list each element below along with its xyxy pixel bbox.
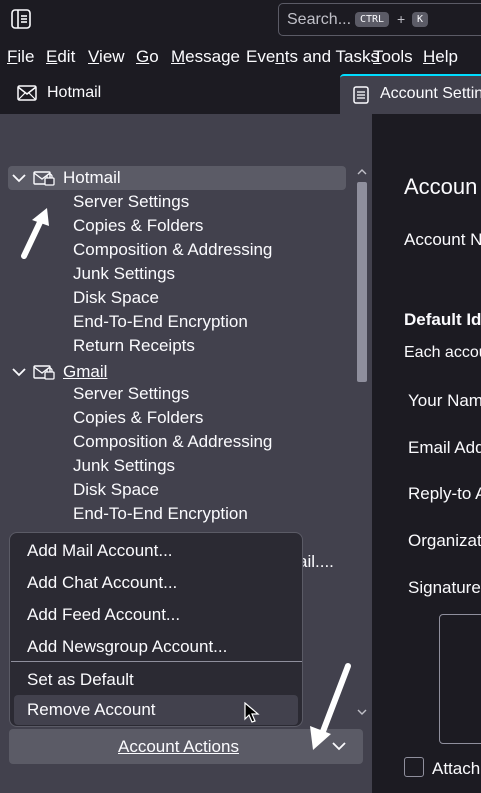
tree-item-server-settings[interactable]: Server Settings: [0, 384, 346, 408]
tree-account-hotmail[interactable]: Hotmail: [8, 166, 346, 190]
menu-item-add-chat-account[interactable]: Add Chat Account...: [27, 573, 177, 593]
menu-help[interactable]: Help: [423, 47, 458, 67]
tree-item-e2e-encryption[interactable]: End-To-End Encryption: [0, 504, 346, 528]
menu-item-add-newsgroup-account[interactable]: Add Newsgroup Account...: [27, 637, 227, 657]
mouse-cursor-icon: [244, 702, 260, 723]
kbd-k: K: [412, 12, 429, 27]
tree-item-disk-space[interactable]: Disk Space: [0, 288, 346, 312]
signature-label: Signature: [408, 578, 481, 597]
mail-account-icon: [33, 171, 55, 186]
tab-hotmail-label: Hotmail: [47, 84, 102, 101]
menu-go[interactable]: Go: [136, 47, 159, 67]
tab-bar: Hotmail Account Settings: [0, 72, 481, 114]
chevron-down-icon[interactable]: [12, 366, 26, 378]
your-name-label: Your Nam: [408, 391, 481, 410]
tree-item-label: Copies & Folders: [73, 408, 204, 427]
menu-edit[interactable]: Edit: [46, 47, 75, 67]
account-name-label: Account N: [404, 230, 481, 249]
tree-item-label: Server Settings: [73, 192, 190, 211]
menu-bar: File Edit View Go Message Events and Tas…: [0, 40, 481, 72]
attach-checkbox[interactable]: [404, 757, 424, 777]
tree-item-return-receipts[interactable]: Return Receipts: [0, 336, 346, 360]
tree-item-label: Disk Space: [73, 288, 159, 307]
tab-account-settings-label: Account Settings: [380, 85, 481, 102]
menu-item-add-feed-account[interactable]: Add Feed Account...: [27, 605, 180, 625]
tree-item-disk-space[interactable]: Disk Space: [0, 480, 346, 504]
mail-account-icon: [33, 365, 55, 380]
mail-icon: [17, 85, 37, 101]
annotation-arrow-up-icon: [21, 208, 49, 259]
tree-item-label: End-To-End Encryption: [73, 312, 248, 331]
menu-tools[interactable]: Tools: [373, 47, 413, 67]
tab-account-settings[interactable]: Account Settings: [340, 74, 481, 114]
tree-item-label: Composition & Addressing: [73, 432, 273, 451]
tree-item-label: Junk Settings: [73, 264, 176, 283]
tree-item-composition-addressing[interactable]: Composition & Addressing: [0, 432, 346, 456]
tree-account-label: Hotmail: [63, 168, 121, 187]
chevron-down-icon[interactable]: [12, 172, 26, 184]
tree-item-label: Composition & Addressing: [73, 240, 273, 259]
tree-item-junk-settings[interactable]: Junk Settings: [0, 456, 346, 480]
tree-item-label: Server Settings: [73, 384, 190, 403]
tab-hotmail[interactable]: Hotmail: [0, 72, 338, 114]
menu-file[interactable]: File: [7, 47, 34, 67]
scroll-up-icon[interactable]: [357, 168, 367, 176]
tree-scrollbar[interactable]: [354, 168, 370, 721]
kbd-plus: +: [397, 11, 406, 27]
app-menu-icon[interactable]: [10, 8, 32, 30]
tree-item-junk-settings[interactable]: Junk Settings: [0, 264, 346, 288]
menu-separator: [11, 661, 302, 662]
tree-item-e2e-encryption[interactable]: End-To-End Encryption: [0, 312, 346, 336]
signature-textarea[interactable]: [439, 614, 481, 744]
search-placeholder: Search...: [287, 11, 352, 28]
tree-item-label: Return Receipts: [73, 336, 195, 355]
title-bar: Search... CTRL + K: [0, 0, 481, 40]
email-address-label: Email Add: [408, 438, 481, 457]
account-actions-label: Account Actions: [118, 737, 239, 756]
document-icon: [353, 86, 369, 104]
tree-account-label: Gmail: [63, 362, 108, 381]
reply-to-label: Reply-to A: [408, 484, 481, 503]
tree-item-label: End-To-End Encryption: [73, 504, 248, 523]
menu-events-and-tasks[interactable]: Events and Tasks: [246, 47, 379, 67]
menu-message[interactable]: Message: [171, 47, 240, 67]
menu-item-add-mail-account[interactable]: Add Mail Account...: [27, 541, 173, 561]
scroll-down-icon[interactable]: [357, 708, 367, 716]
menu-item-set-as-default[interactable]: Set as Default: [27, 670, 134, 690]
account-actions-menu: Add Mail Account... Add Chat Account... …: [9, 532, 303, 727]
default-identity-heading: Default Id: [404, 310, 481, 329]
annotation-arrow-down-icon: [310, 663, 351, 750]
tree-account-gmail[interactable]: Gmail: [0, 360, 346, 384]
page-title: Accoun: [404, 174, 478, 199]
attach-label: Attach: [432, 759, 481, 778]
tree-item-label: Disk Space: [73, 480, 159, 499]
kbd-ctrl: CTRL: [355, 12, 390, 27]
tree-account-label: ail....: [298, 552, 334, 571]
account-settings-page: Accoun Account N Default Id Each accou Y…: [372, 114, 481, 793]
tree-item-label: Copies & Folders: [73, 216, 204, 235]
menu-view[interactable]: View: [88, 47, 125, 67]
tree-item-label: Junk Settings: [73, 456, 176, 475]
menu-item-label: Remove Account: [27, 700, 156, 719]
organization-label: Organizat: [408, 531, 481, 550]
tree-item-copies-folders[interactable]: Copies & Folders: [0, 408, 346, 432]
scrollbar-thumb[interactable]: [357, 182, 367, 382]
search-input[interactable]: Search... CTRL + K: [278, 3, 481, 36]
default-identity-description: Each accou: [404, 344, 481, 361]
